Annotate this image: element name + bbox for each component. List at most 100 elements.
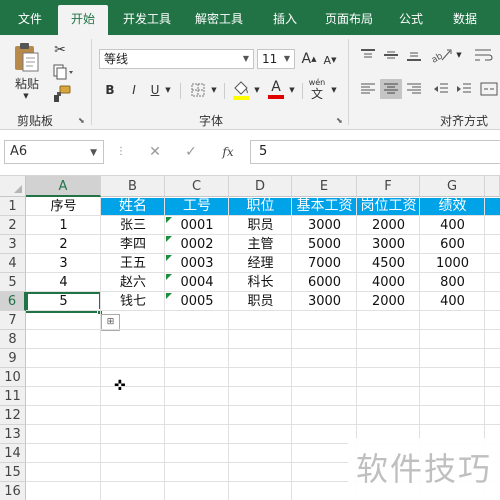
table-cell[interactable]: 4 [26,273,101,292]
paste-button[interactable] [10,41,42,73]
cut-icon[interactable]: ✂ [50,41,70,59]
header-cell[interactable]: 姓名 [101,197,165,216]
column-header-e[interactable]: E [292,176,357,197]
table-cell[interactable]: 4000 [357,273,420,292]
table-cell[interactable]: 1 [26,216,101,235]
row-header-14[interactable]: 14 [0,444,26,463]
table-cell[interactable]: 0003 [165,254,229,273]
increase-indent-button[interactable] [453,79,475,99]
fill-color-button[interactable] [230,79,252,101]
select-all-corner[interactable] [0,176,26,197]
chevron-down-icon[interactable]: ▼ [454,45,464,65]
align-center-button[interactable] [380,79,402,99]
table-cell[interactable]: 0001 [165,216,229,235]
tab-insert[interactable]: 插入 [264,5,306,35]
tab-developer[interactable]: 开发工具 [114,5,180,35]
align-left-button[interactable] [357,79,379,99]
borders-button[interactable] [188,81,208,99]
table-cell[interactable]: 3000 [357,235,420,254]
table-cell[interactable]: 李四 [101,235,165,254]
tab-home[interactable]: 开始 [58,5,108,35]
align-middle-button[interactable] [380,45,402,65]
row-header-3[interactable]: 3 [0,235,26,254]
align-top-button[interactable] [357,45,379,65]
table-cell[interactable]: 3000 [292,292,357,311]
tab-decrypt-tools[interactable]: 解密工具 [186,5,252,35]
column-header-c[interactable]: C [165,176,229,197]
copy-icon[interactable] [50,63,76,81]
error-indicator-icon[interactable] [166,255,172,261]
table-cell[interactable]: 1000 [420,254,485,273]
increase-font-size-button[interactable]: A ▲ [300,49,318,69]
row-header-1[interactable]: 1 [0,197,26,216]
table-cell[interactable]: 序号 [26,197,101,216]
align-right-button[interactable] [403,79,425,99]
chevron-down-icon[interactable]: ▼ [163,81,173,99]
row-header-16[interactable]: 16 [0,482,26,500]
orientation-button[interactable]: ab [428,45,454,65]
dialog-launcher-icon[interactable]: ⬊ [336,116,343,125]
header-cell[interactable]: 职位 [229,197,292,216]
cancel-icon[interactable]: ✕ [142,140,168,164]
tab-data[interactable]: 数据 [444,5,486,35]
row-header-10[interactable]: 10 [0,368,26,387]
row-header-2[interactable]: 2 [0,216,26,235]
align-bottom-button[interactable] [403,45,425,65]
table-cell[interactable]: 0005 [165,292,229,311]
error-indicator-icon[interactable] [166,236,172,242]
table-cell[interactable]: 3 [26,254,101,273]
wrap-text-button[interactable] [470,45,496,65]
chevron-down-icon[interactable]: ▼ [287,81,297,99]
table-cell[interactable]: 2000 [357,292,420,311]
column-header-g[interactable]: G [420,176,485,197]
table-cell[interactable]: 6000 [292,273,357,292]
table-cell[interactable]: 0002 [165,235,229,254]
row-header-6[interactable]: 6 [0,292,26,311]
table-cell[interactable]: 科长 [229,273,292,292]
table-cell[interactable]: 5 [26,292,101,311]
row-header-7[interactable]: 7 [0,311,26,330]
bold-button[interactable]: B [103,81,117,99]
table-cell[interactable]: 5000 [292,235,357,254]
column-header-a[interactable]: A [26,176,101,197]
table-cell[interactable]: 400 [420,216,485,235]
name-box[interactable]: A6 ▼ [4,140,104,164]
row-header-12[interactable]: 12 [0,406,26,425]
header-cell[interactable]: 基本工资 [292,197,357,216]
italic-button[interactable]: I [127,81,141,99]
decrease-indent-button[interactable] [430,79,452,99]
column-header-overflow[interactable] [485,176,500,197]
table-cell[interactable]: 职员 [229,216,292,235]
table-cell[interactable]: 职员 [229,292,292,311]
format-painter-icon[interactable] [50,85,72,103]
table-cell[interactable]: 钱七 [101,292,165,311]
row-header-9[interactable]: 9 [0,349,26,368]
paste-label[interactable]: 粘贴 [12,76,42,91]
tab-file[interactable]: 文件 [10,5,50,35]
phonetic-guide-button[interactable]: wén 文 [306,77,328,101]
table-cell[interactable]: 7000 [292,254,357,273]
row-header-15[interactable]: 15 [0,463,26,482]
chevron-down-icon[interactable]: ▼ [252,81,262,99]
table-cell[interactable]: 3000 [292,216,357,235]
merge-center-button[interactable] [478,79,500,99]
column-header-d[interactable]: D [229,176,292,197]
font-size-select[interactable]: 11 ▼ [257,49,295,69]
chevron-down-icon[interactable]: ▼ [329,81,339,99]
column-header-f[interactable]: F [357,176,420,197]
error-indicator-icon[interactable] [166,293,172,299]
row-header-8[interactable]: 8 [0,330,26,349]
underline-button[interactable]: U [148,81,162,99]
table-cell[interactable]: 0004 [165,273,229,292]
row-header-4[interactable]: 4 [0,254,26,273]
formula-input[interactable]: 5 [250,140,500,164]
row-header-5[interactable]: 5 [0,273,26,292]
header-cell[interactable]: 绩效 [420,197,485,216]
table-cell[interactable]: 400 [420,292,485,311]
table-cell[interactable]: 600 [420,235,485,254]
row-header-11[interactable]: 11 [0,387,26,406]
row-header-13[interactable]: 13 [0,425,26,444]
column-header-b[interactable]: B [101,176,165,197]
table-cell[interactable]: 张三 [101,216,165,235]
font-color-button[interactable]: A [266,77,286,101]
